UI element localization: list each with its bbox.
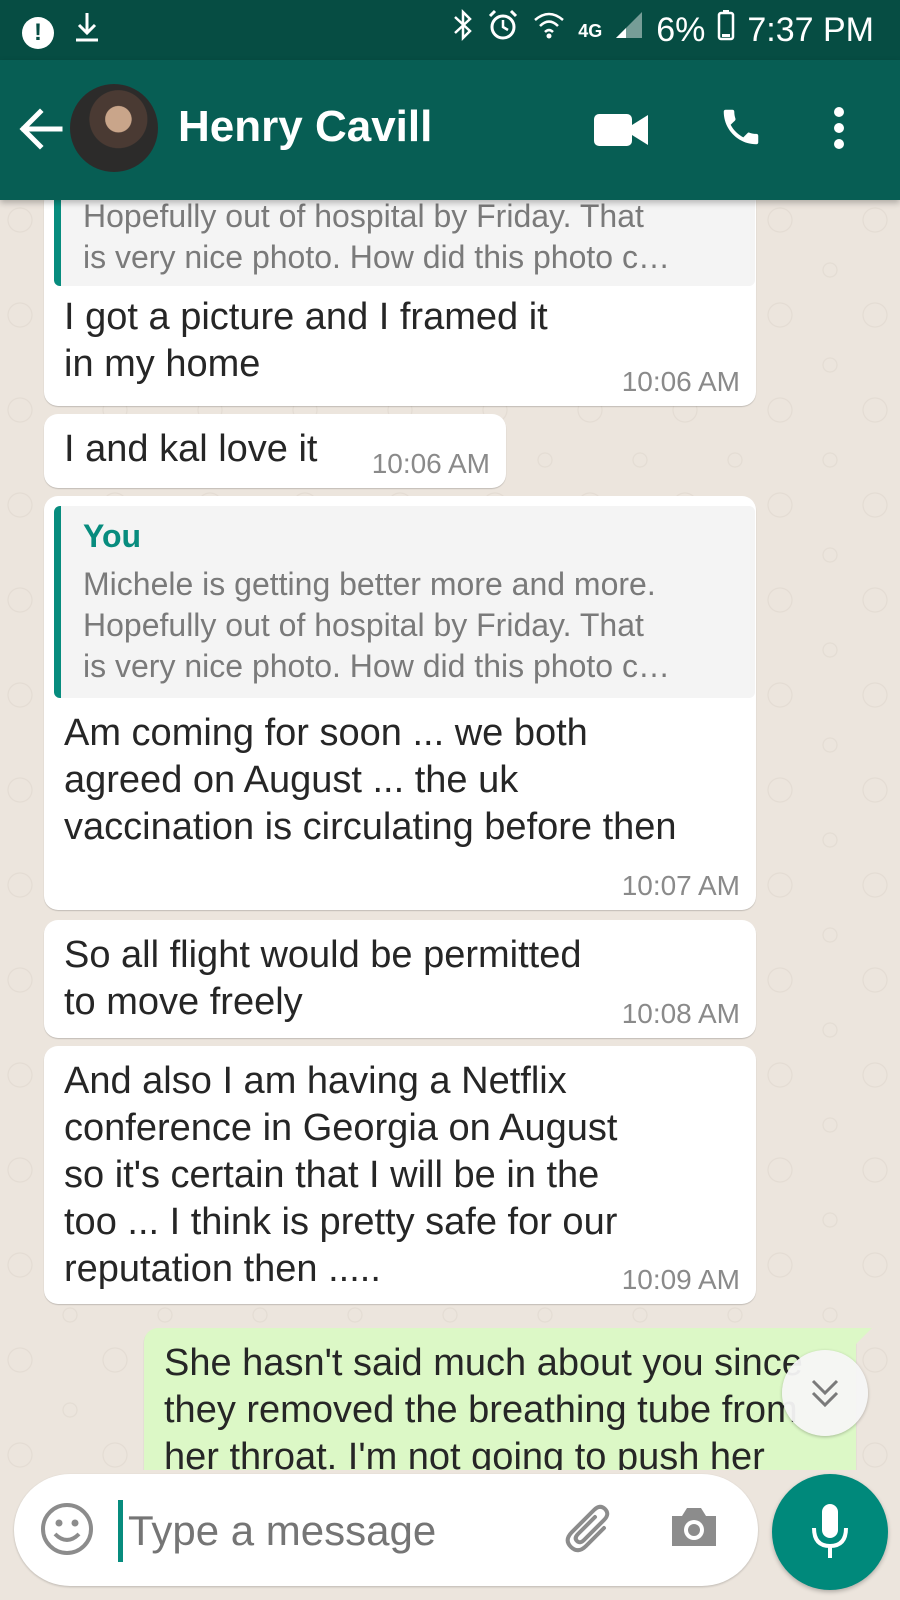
contact-name[interactable]: Henry Cavill — [178, 102, 432, 152]
quoted-message[interactable]: Hopefully out of hospital by Friday. Tha… — [54, 200, 755, 286]
video-call-icon[interactable] — [594, 112, 648, 153]
microphone-icon — [812, 1504, 848, 1558]
alert-icon: ! — [22, 16, 54, 49]
message-text: So all flight would be permitted to move… — [64, 934, 582, 1023]
status-bar: ! 4G 6% 7:37 PM — [0, 0, 900, 60]
message-text: She hasn't said much about you since the… — [164, 1342, 803, 1470]
message-text: I and kal love it — [64, 428, 318, 470]
back-arrow-icon[interactable] — [18, 106, 64, 152]
download-icon — [72, 10, 102, 55]
message-time: 10:07 AM — [621, 870, 740, 901]
message-bubble[interactable]: I and kal love it 10:06 AM — [44, 414, 506, 488]
signal-icon — [614, 10, 644, 51]
message-bubble[interactable]: You Michele is getting better more and m… — [44, 496, 756, 910]
message-text: I got a picture and I framed it in my ho… — [64, 296, 548, 385]
bluetooth-icon — [452, 8, 474, 53]
scroll-to-bottom-button[interactable] — [782, 1350, 868, 1436]
quoted-message[interactable]: You Michele is getting better more and m… — [54, 506, 755, 698]
text-cursor — [118, 1500, 123, 1562]
message-list[interactable]: Hopefully out of hospital by Friday. Tha… — [0, 200, 900, 1470]
double-chevron-down-icon — [811, 1379, 839, 1408]
camera-icon[interactable] — [668, 1504, 720, 1555]
message-time: 10:06 AM — [371, 448, 490, 479]
message-text: And also I am having a Netflix conferenc… — [64, 1060, 618, 1290]
message-bubble[interactable]: Hopefully out of hospital by Friday. Tha… — [44, 200, 756, 406]
alarm-icon — [486, 8, 520, 53]
message-bubble[interactable]: And also I am having a Netflix conferenc… — [44, 1046, 756, 1304]
message-bubble-outgoing[interactable]: She hasn't said much about you since the… — [144, 1328, 856, 1470]
clock: 7:37 PM — [747, 11, 874, 49]
avatar[interactable] — [70, 84, 158, 172]
message-time: 10:06 AM — [621, 366, 740, 397]
bubble-tail — [854, 1328, 872, 1346]
paperclip-icon[interactable] — [562, 1498, 622, 1563]
more-options-icon[interactable] — [832, 106, 846, 155]
message-bubble[interactable]: So all flight would be permitted to move… — [44, 920, 756, 1038]
message-text: Am coming for soon ... we both agreed on… — [64, 712, 677, 848]
voice-record-button[interactable] — [772, 1474, 888, 1590]
voice-call-icon[interactable] — [718, 104, 764, 155]
message-composer — [14, 1474, 758, 1586]
wifi-icon — [532, 10, 566, 51]
battery-percent: 6% — [656, 11, 706, 49]
message-time: 10:08 AM — [621, 998, 740, 1029]
chat-header: Henry Cavill — [0, 60, 900, 200]
battery-icon — [717, 9, 735, 52]
network-type: 4G — [578, 20, 603, 41]
emoji-icon[interactable] — [38, 1500, 96, 1563]
message-time: 10:09 AM — [621, 1264, 740, 1295]
quoted-text: Michele is getting better more and more.… — [83, 566, 670, 684]
quoted-sender: You — [83, 518, 142, 554]
quoted-text: Hopefully out of hospital by Friday. Tha… — [83, 200, 670, 275]
message-input[interactable] — [126, 1506, 560, 1556]
